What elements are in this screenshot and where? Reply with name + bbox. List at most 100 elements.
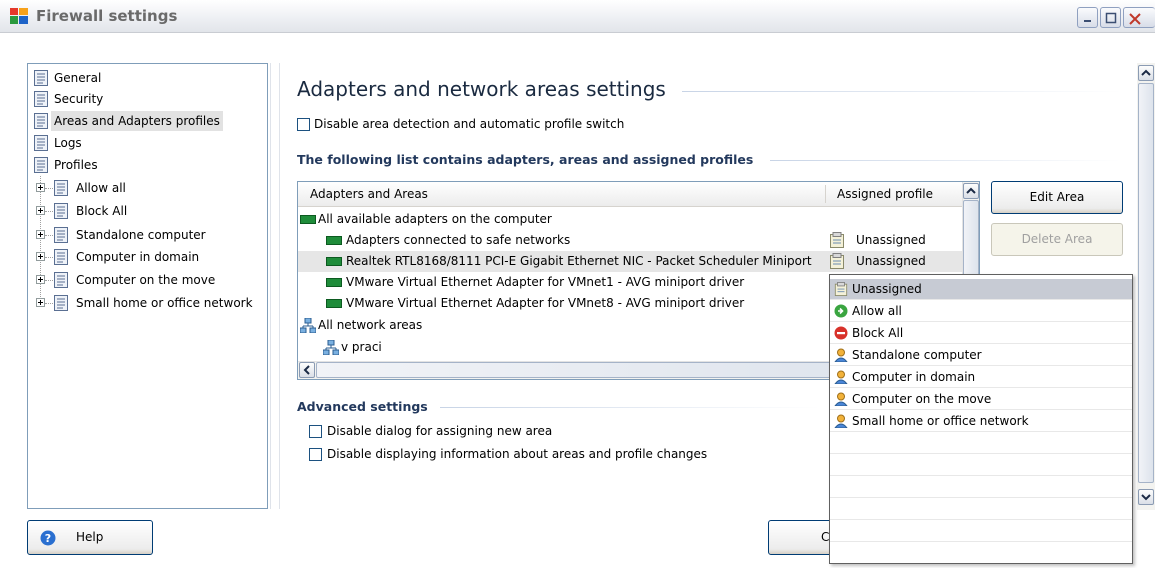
row-name: Realtek RTL8168/8111 PCI-E Gigabit Ether…: [346, 254, 812, 268]
network-icon: [300, 318, 316, 333]
panel-splitter[interactable]: [270, 63, 280, 509]
dropdown-option-block-all[interactable]: Block All: [830, 323, 1132, 344]
dropdown-option-label: Allow all: [852, 304, 902, 318]
disable-area-detection-label: Disable area detection and automatic pro…: [314, 117, 625, 131]
scroll-up-button[interactable]: [1138, 65, 1154, 81]
tree-item-profiles[interactable]: Profiles: [34, 155, 254, 175]
page-title: Adapters and network areas settings: [297, 77, 666, 101]
settings-page-icon: [34, 157, 48, 173]
tree-item-label: Security: [54, 92, 104, 106]
nic-icon: [326, 299, 342, 308]
user-icon: [834, 348, 848, 362]
tree-item-label: Allow all: [76, 181, 126, 195]
tree-item-label: Standalone computer: [76, 228, 206, 242]
expand-icon[interactable]: [36, 183, 45, 192]
scroll-up-button[interactable]: [963, 183, 979, 199]
dropdown-option-home-office[interactable]: Small home or office network: [830, 411, 1132, 432]
row-profile[interactable]: Unassigned: [856, 230, 926, 251]
row-profile[interactable]: Unassigned: [856, 251, 926, 272]
tree-connector: [45, 188, 53, 189]
section-divider: [770, 160, 1120, 161]
dropdown-option-label: Unassigned: [852, 282, 922, 296]
svg-text:?: ?: [45, 532, 51, 545]
expand-icon[interactable]: [36, 252, 45, 261]
profile-dropdown-list[interactable]: Unassigned Allow all Block All Standalon…: [829, 274, 1133, 564]
row-name: All available adapters on the computer: [318, 212, 552, 226]
column-header-name[interactable]: Adapters and Areas: [310, 187, 428, 201]
settings-page-icon: [34, 70, 48, 86]
disable-area-detection-checkbox[interactable]: [297, 118, 310, 131]
dropdown-empty-row: [830, 499, 1132, 520]
tree-item-areas-adapters[interactable]: Areas and Adapters profiles: [34, 111, 254, 131]
tree-item-label: Logs: [54, 136, 82, 150]
dropdown-option-label: Computer on the move: [852, 392, 992, 406]
dropdown-option-unassigned[interactable]: Unassigned: [830, 279, 1132, 300]
maximize-button[interactable]: [1100, 7, 1121, 28]
tree-item-label: Computer in domain: [76, 250, 200, 264]
dropdown-option-allow-all[interactable]: Allow all: [830, 301, 1132, 322]
expand-icon[interactable]: [36, 206, 45, 215]
minimize-icon: [1084, 20, 1091, 22]
column-separator[interactable]: [825, 185, 826, 203]
dropdown-option-move[interactable]: Computer on the move: [830, 389, 1132, 410]
disable-area-info-label: Disable displaying information about are…: [327, 447, 708, 461]
column-header-profile[interactable]: Assigned profile: [837, 187, 933, 201]
tree-item-label: Small home or office network: [76, 296, 253, 310]
chevron-left-icon: [303, 365, 310, 375]
user-icon: [834, 370, 848, 384]
disable-area-info-checkbox[interactable]: [309, 448, 322, 461]
tree-item-security[interactable]: Security: [34, 89, 254, 109]
help-icon: ?: [40, 530, 56, 546]
page-vertical-scrollbar[interactable]: [1137, 63, 1155, 510]
unassigned-icon: [830, 253, 844, 269]
tree-item-profile-home-office[interactable]: Small home or office network: [36, 293, 264, 313]
user-icon: [834, 414, 848, 428]
tree-item-general[interactable]: General: [34, 68, 254, 88]
row-name: VMware Virtual Ethernet Adapter for VMne…: [346, 275, 745, 289]
nic-icon: [326, 278, 342, 287]
tree-item-profile-domain[interactable]: Computer in domain: [36, 247, 264, 267]
dropdown-option-label: Standalone computer: [852, 348, 982, 362]
settings-page-icon: [54, 227, 68, 243]
nic-icon: [300, 215, 316, 224]
settings-page-icon: [34, 135, 48, 151]
tree-item-profile-allow-all[interactable]: Allow all: [36, 178, 264, 198]
tree-item-label: General: [54, 71, 102, 85]
help-button[interactable]: ? Help: [27, 520, 153, 555]
scroll-left-button[interactable]: [299, 362, 315, 378]
tree-item-label: Computer on the move: [76, 273, 216, 287]
tree-connector: [45, 303, 53, 304]
minimize-button[interactable]: [1077, 7, 1098, 28]
tree-item-profile-move[interactable]: Computer on the move: [36, 270, 264, 290]
list-row[interactable]: Adapters connected to safe networks Unas…: [298, 230, 962, 251]
tree-item-profile-standalone[interactable]: Standalone computer: [36, 225, 264, 245]
dropdown-empty-row: [830, 433, 1132, 454]
dropdown-option-standalone[interactable]: Standalone computer: [830, 345, 1132, 366]
expand-icon[interactable]: [36, 275, 45, 284]
list-row[interactable]: All available adapters on the computer: [298, 209, 962, 230]
expand-icon[interactable]: [36, 230, 45, 239]
close-button[interactable]: [1123, 7, 1155, 28]
delete-area-button[interactable]: Delete Area: [991, 223, 1123, 256]
settings-page-icon: [54, 295, 68, 311]
nic-icon: [326, 257, 342, 266]
ok-button[interactable]: C: [768, 520, 838, 555]
scroll-down-button[interactable]: [1138, 489, 1154, 505]
edit-area-button[interactable]: Edit Area: [991, 181, 1123, 214]
list-row-selected[interactable]: Realtek RTL8168/8111 PCI-E Gigabit Ether…: [298, 251, 962, 272]
user-icon: [834, 392, 848, 406]
settings-page-icon: [54, 272, 68, 288]
scroll-thumb[interactable]: [1138, 83, 1154, 483]
expand-icon[interactable]: [36, 298, 45, 307]
settings-page-icon: [54, 203, 68, 219]
tree-connector: [45, 280, 53, 281]
tree-item-label: Areas and Adapters profiles: [51, 111, 223, 131]
tree-item-logs[interactable]: Logs: [34, 133, 254, 153]
scroll-thumb[interactable]: [316, 362, 916, 378]
settings-page-icon: [34, 113, 48, 129]
disable-new-area-dialog-checkbox[interactable]: [309, 425, 322, 438]
tree-connector: [45, 235, 53, 236]
avg-logo-icon: [10, 8, 28, 24]
tree-item-profile-block-all[interactable]: Block All: [36, 201, 264, 221]
dropdown-option-domain[interactable]: Computer in domain: [830, 367, 1132, 388]
